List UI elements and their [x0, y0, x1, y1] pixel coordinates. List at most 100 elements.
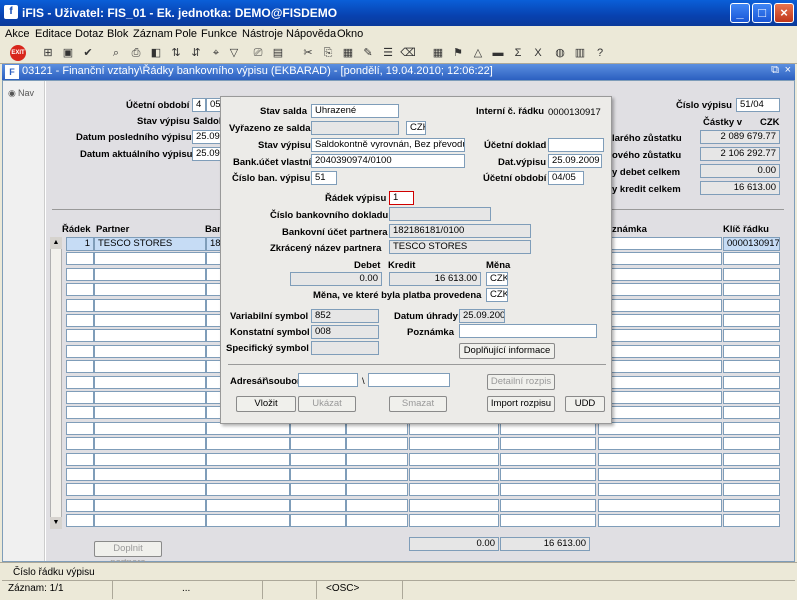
grid-cell[interactable]: [94, 391, 206, 404]
grid-cell[interactable]: [723, 298, 780, 312]
nav-label[interactable]: Nav: [18, 88, 34, 98]
row1-radek[interactable]: 1: [66, 237, 94, 251]
grid-cell[interactable]: [94, 252, 206, 266]
excel-icon[interactable]: X: [530, 45, 546, 61]
grid-cell[interactable]: [723, 421, 780, 435]
menu-pole[interactable]: Pole: [175, 28, 197, 40]
grid-cell[interactable]: [346, 468, 408, 481]
grid-cell[interactable]: [66, 437, 94, 451]
grid-cell[interactable]: [598, 329, 722, 343]
menu-blok[interactable]: Blok: [107, 28, 128, 40]
bank-ucet-field[interactable]: 2040390974/0100: [311, 154, 465, 168]
grid-cell[interactable]: [723, 329, 780, 343]
grid-cell[interactable]: [66, 498, 94, 512]
grid-cell[interactable]: [346, 437, 408, 451]
grid-cell[interactable]: [723, 283, 780, 297]
radek-vypisu-field[interactable]: 1: [389, 191, 414, 205]
grid-cell[interactable]: [94, 514, 206, 528]
grid-cell[interactable]: [94, 468, 206, 481]
sort-icon[interactable]: ⇵: [188, 45, 204, 61]
datum-posledniho-field[interactable]: 25.09.2: [192, 130, 222, 144]
grid-cell[interactable]: [66, 514, 94, 528]
grid-cell[interactable]: [94, 283, 206, 297]
grid-cell[interactable]: [409, 468, 499, 481]
grid-cell[interactable]: [94, 314, 206, 327]
grid-cell[interactable]: [723, 314, 780, 327]
grid-cell[interactable]: [66, 391, 94, 404]
grid-cell[interactable]: [94, 360, 206, 374]
ucetni-obdobi-field1[interactable]: 4: [192, 98, 206, 112]
clear-icon[interactable]: ⌫: [400, 45, 416, 61]
grid-cell[interactable]: [598, 298, 722, 312]
grid-cell[interactable]: [66, 329, 94, 343]
menu-akce[interactable]: Akce: [5, 28, 29, 40]
menu-dotaz[interactable]: Dotaz: [75, 28, 104, 40]
smazat-button[interactable]: Smazat: [389, 396, 447, 412]
grid-cell[interactable]: [598, 437, 722, 451]
grid-cell[interactable]: [66, 298, 94, 312]
execute-query-icon[interactable]: ⎙: [128, 45, 144, 61]
query-icon[interactable]: ⌕: [108, 45, 124, 61]
grid-cell[interactable]: [598, 452, 722, 466]
close-button[interactable]: ×: [774, 3, 794, 23]
grid-cell[interactable]: [94, 452, 206, 466]
grid-cell[interactable]: [94, 483, 206, 497]
menu-okno[interactable]: Okno: [337, 28, 363, 40]
grid-cell[interactable]: [94, 421, 206, 435]
close-form-icon[interactable]: ×: [785, 64, 791, 76]
grid-cell[interactable]: [598, 360, 722, 374]
grid-cell[interactable]: [723, 344, 780, 358]
d-stav-vypisu-field[interactable]: Saldokontně vyrovnán, Bez převodu do: [311, 138, 465, 152]
grid-cell[interactable]: [206, 514, 290, 528]
grid-cell[interactable]: [94, 406, 206, 420]
grid-cell[interactable]: [598, 283, 722, 297]
menu-nastroje[interactable]: Nástroje: [242, 28, 283, 40]
menu-napoveda[interactable]: Nápověda: [286, 28, 336, 40]
grid-cell[interactable]: [723, 452, 780, 466]
paste-icon[interactable]: ▦: [340, 45, 356, 61]
grid-cell[interactable]: [66, 360, 94, 374]
stav-salda-field[interactable]: Uhrazené: [311, 104, 399, 118]
minimize-button[interactable]: _: [730, 3, 750, 23]
grid-cell[interactable]: [346, 498, 408, 512]
grid-cell[interactable]: [409, 498, 499, 512]
grid-cell[interactable]: [598, 375, 722, 389]
grid-cell[interactable]: [206, 437, 290, 451]
grid-cell[interactable]: [206, 452, 290, 466]
grid-cell[interactable]: [598, 421, 722, 435]
grid-cell[interactable]: [500, 437, 596, 451]
mena-platby-field[interactable]: CZK: [486, 288, 508, 302]
ucetni-doklad-field[interactable]: [548, 138, 604, 152]
grid-cell[interactable]: [723, 252, 780, 266]
vyrazeno-currency[interactable]: CZK: [406, 121, 426, 135]
grid-cell[interactable]: [598, 391, 722, 404]
edit-icon[interactable]: ✎: [360, 45, 376, 61]
grid-cell[interactable]: [409, 437, 499, 451]
vlozit-button[interactable]: Vložit: [236, 396, 296, 412]
grid-cell[interactable]: [500, 468, 596, 481]
grid-cell[interactable]: [598, 498, 722, 512]
grid-cell[interactable]: [723, 360, 780, 374]
grid-cell[interactable]: [409, 483, 499, 497]
grid-cell[interactable]: [66, 483, 94, 497]
grid-cell[interactable]: [206, 468, 290, 481]
grid-cell[interactable]: [206, 498, 290, 512]
grid-cell[interactable]: [346, 514, 408, 528]
adresar-field[interactable]: [298, 373, 358, 387]
warning-icon[interactable]: △: [470, 45, 486, 61]
grid-cell[interactable]: [94, 329, 206, 343]
soubor-field[interactable]: [368, 373, 450, 387]
import-rozpisu-button[interactable]: Import rozpisu: [487, 396, 555, 412]
cislo-vypisu-field[interactable]: 51/04: [736, 98, 780, 112]
scroll-down-icon[interactable]: ▼: [50, 517, 62, 529]
ukazat-button[interactable]: Ukázat: [298, 396, 356, 412]
row1-partner[interactable]: TESCO STORES: [94, 237, 206, 251]
grid-scrollbar[interactable]: [50, 237, 62, 529]
grid-cell[interactable]: [598, 267, 722, 281]
grid-cell[interactable]: [66, 283, 94, 297]
count-icon[interactable]: ◧: [148, 45, 164, 61]
menu-zaznam[interactable]: Záznam: [133, 28, 173, 40]
d-ucetni-obdobi-field[interactable]: 04/05: [548, 171, 584, 185]
grid-cell[interactable]: [598, 468, 722, 481]
calendar-icon[interactable]: ▦: [430, 45, 446, 61]
